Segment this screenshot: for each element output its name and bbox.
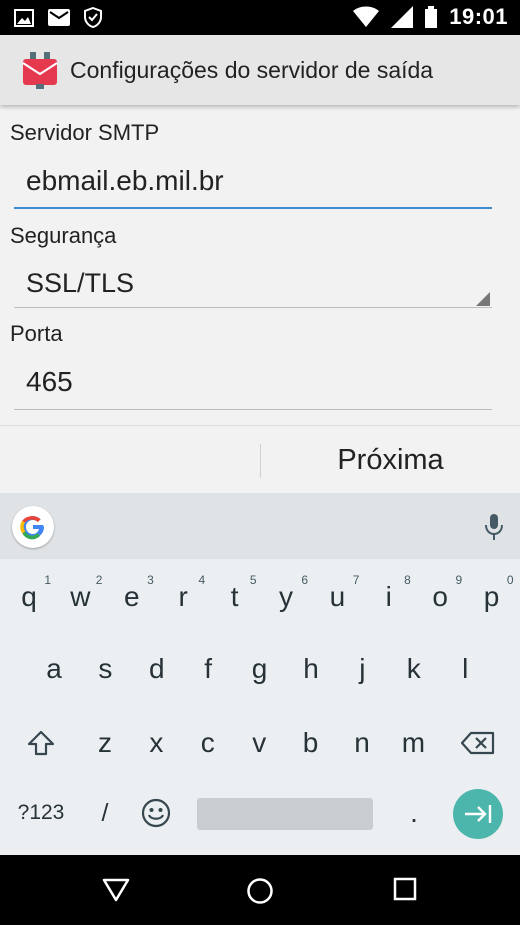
clock: 19:01: [449, 4, 508, 29]
key-r[interactable]: r4: [158, 567, 208, 627]
security-value: SSL/TLS: [26, 268, 135, 298]
key-hint: 3: [147, 573, 154, 587]
keyboard-suggestion-strip: [0, 493, 520, 559]
key-hint: 9: [455, 573, 463, 587]
key-j[interactable]: j: [337, 639, 387, 699]
symbols-key[interactable]: ?123: [16, 783, 66, 843]
image-icon: [14, 8, 34, 27]
action-bar: Configurações do servidor de saída: [0, 35, 520, 105]
key-y[interactable]: y6: [261, 567, 311, 627]
key-hint: 4: [198, 573, 206, 587]
security-underline: [14, 307, 492, 308]
key-m[interactable]: m: [388, 713, 438, 773]
battery-icon: [425, 6, 438, 28]
key-i[interactable]: i8: [364, 567, 414, 627]
key-q[interactable]: q1: [4, 567, 54, 627]
key-label: q: [21, 581, 37, 612]
key-x[interactable]: x: [131, 713, 181, 773]
port-underline: [14, 409, 492, 410]
key-hint: 1: [44, 573, 51, 587]
port-value: 465: [26, 366, 73, 397]
dropdown-triangle-icon: [476, 292, 490, 306]
key-v[interactable]: v: [234, 713, 284, 773]
google-g-icon: [20, 516, 45, 540]
outgoing-server-form: Servidor SMTP ebmail.eb.mil.br Segurança…: [0, 105, 520, 425]
key-h[interactable]: h: [286, 639, 336, 699]
security-label: Segurança: [10, 223, 117, 248]
home-icon[interactable]: [246, 877, 274, 905]
slash-key[interactable]: /: [80, 783, 130, 843]
key-label: r: [178, 581, 188, 612]
key-f[interactable]: f: [183, 639, 233, 699]
key-hint: 0: [506, 573, 514, 587]
page-title: Configurações do servidor de saída: [70, 56, 434, 83]
key-hint: 6: [301, 573, 308, 587]
key-l[interactable]: l: [440, 639, 490, 699]
soft-keyboard: q1w2e3r4t5y6u7i8o9p0 asdfghjkl zxcvbnm ?…: [0, 493, 520, 855]
email-server-icon: [22, 52, 58, 89]
key-a[interactable]: a: [29, 639, 79, 699]
key-u[interactable]: u7: [312, 567, 362, 627]
navigation-bar: [0, 855, 520, 925]
key-t[interactable]: t5: [210, 567, 260, 627]
backspace-key[interactable]: [453, 713, 503, 773]
key-label: y: [279, 581, 293, 612]
shield-check-icon: [84, 7, 102, 28]
smtp-server-value: ebmail.eb.mil.br: [26, 165, 224, 196]
port-label: Porta: [10, 321, 63, 346]
key-c[interactable]: c: [183, 713, 233, 773]
period-key[interactable]: .: [389, 783, 439, 843]
button-bar: Próxima: [0, 425, 520, 493]
key-hint: 5: [249, 573, 257, 587]
google-search-button[interactable]: [12, 506, 54, 548]
key-n[interactable]: n: [337, 713, 387, 773]
shift-icon: [27, 730, 55, 756]
key-z[interactable]: z: [80, 713, 130, 773]
signal-icon: [391, 6, 414, 28]
key-e[interactable]: e3: [107, 567, 157, 627]
key-hint: 7: [352, 573, 360, 587]
status-bar: 19:01: [0, 0, 520, 35]
next-button[interactable]: Próxima: [261, 426, 520, 494]
key-w[interactable]: w2: [55, 567, 105, 627]
key-hint: 2: [95, 573, 103, 587]
key-o[interactable]: o9: [415, 567, 465, 627]
tab-next-icon: [465, 805, 492, 823]
key-label: w: [70, 581, 91, 612]
key-hint: 8: [404, 573, 411, 587]
back-icon[interactable]: [102, 877, 130, 903]
key-s[interactable]: s: [80, 639, 130, 699]
key-label: e: [124, 581, 140, 612]
wifi-icon: [353, 6, 380, 27]
smtp-server-label: Servidor SMTP: [10, 120, 160, 145]
key-d[interactable]: d: [132, 639, 182, 699]
emoji-key[interactable]: [131, 783, 181, 843]
space-bar[interactable]: [197, 798, 373, 830]
key-label: p: [483, 581, 500, 612]
port-input[interactable]: 465: [14, 358, 492, 412]
key-p[interactable]: p0: [467, 567, 517, 627]
key-label: o: [432, 581, 448, 612]
key-b[interactable]: b: [286, 713, 336, 773]
smtp-underline: [14, 207, 492, 209]
smtp-server-input[interactable]: ebmail.eb.mil.br: [14, 157, 492, 211]
microphone-icon[interactable]: [484, 513, 504, 541]
security-spinner[interactable]: SSL/TLS: [14, 260, 492, 312]
key-k[interactable]: k: [389, 639, 439, 699]
backspace-icon: [461, 731, 495, 755]
key-label: i: [385, 581, 392, 612]
next-enter-key[interactable]: [453, 789, 503, 839]
key-label: t: [230, 581, 239, 612]
emoji-icon: [141, 798, 171, 828]
shift-key[interactable]: [16, 713, 66, 773]
recents-icon[interactable]: [393, 877, 417, 901]
mail-icon: [48, 9, 70, 26]
key-label: u: [329, 581, 346, 612]
key-g[interactable]: g: [235, 639, 285, 699]
